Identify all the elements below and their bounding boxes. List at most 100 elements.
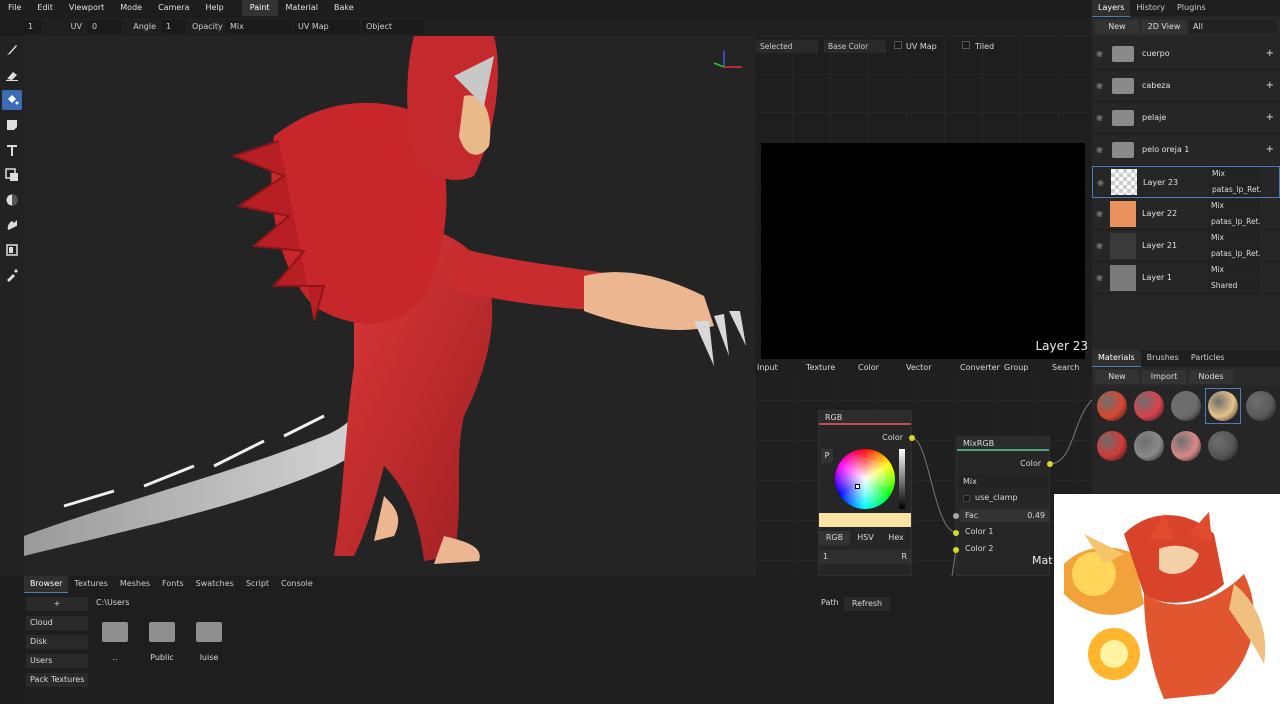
text-icon[interactable] — [2, 140, 22, 160]
import-material-button[interactable]: Import — [1142, 370, 1186, 384]
particle-icon[interactable] — [2, 240, 22, 260]
layer-filter-dropdown[interactable]: All — [1189, 20, 1277, 34]
layer-row[interactable]: ◉ Layer 21 Mix patas_lp_Ret.. — [1092, 230, 1280, 262]
menu-file[interactable]: File — [0, 0, 29, 16]
angle-field[interactable]: 1 — [162, 20, 186, 34]
color-mode-hex[interactable]: Hex — [881, 531, 911, 545]
layer-blend-dropdown[interactable]: Mix — [1208, 198, 1260, 213]
brush-icon[interactable] — [2, 40, 22, 60]
expand-plus-icon[interactable]: + — [1266, 80, 1274, 91]
layer-mask-dropdown[interactable]: patas_lp_Ret.. — [1209, 183, 1261, 197]
eraser-icon[interactable] — [2, 65, 22, 85]
mixrgb-output-socket[interactable] — [1047, 461, 1053, 467]
uv-map-dropdown[interactable]: UV Map — [294, 20, 360, 34]
layer-group-cabeza[interactable]: ◉ cabeza + — [1092, 70, 1280, 102]
refresh-button[interactable]: Refresh — [844, 597, 890, 611]
3d-viewport[interactable] — [24, 36, 754, 576]
layer-blend-dropdown[interactable]: Mix — [1208, 262, 1260, 277]
layer-group-cuerpo[interactable]: ◉ cuerpo + — [1092, 38, 1280, 70]
material-swatch[interactable] — [1097, 391, 1127, 421]
layer-group-pelo-oreja[interactable]: ◉ pelo oreja 1 + — [1092, 134, 1280, 166]
layer-group-pelaje[interactable]: ◉ pelaje + — [1092, 102, 1280, 134]
material-swatch[interactable] — [1171, 431, 1201, 461]
tab-layers[interactable]: Layers — [1092, 0, 1131, 17]
node-editor[interactable]: Input Texture Color Vector Converter Gro… — [754, 360, 1092, 576]
new-layer-button[interactable]: New — [1095, 20, 1139, 34]
location-pack-textures[interactable]: Pack Textures — [26, 673, 88, 687]
use-clamp-checkbox[interactable] — [963, 495, 970, 502]
menu-mode[interactable]: Mode — [112, 0, 150, 16]
color-mode-rgb[interactable]: RGB — [819, 531, 850, 545]
tab-textures[interactable]: Textures — [68, 576, 113, 592]
eye-icon[interactable]: ◉ — [1096, 209, 1108, 218]
tab-history[interactable]: History — [1130, 0, 1170, 16]
menu-edit[interactable]: Edit — [29, 0, 61, 16]
location-disk[interactable]: Disk — [26, 635, 88, 649]
color-mode-hsv[interactable]: HSV — [850, 531, 881, 545]
menu-camera[interactable]: Camera — [150, 0, 197, 16]
channel-dropdown[interactable]: Base Color — [824, 40, 886, 53]
smudge-icon[interactable] — [2, 215, 22, 235]
material-nodes-button[interactable]: Nodes — [1189, 370, 1233, 384]
expand-plus-icon[interactable]: + — [1266, 48, 1274, 59]
tab-materials[interactable]: Materials — [1092, 349, 1141, 367]
tab-console[interactable]: Console — [275, 576, 319, 592]
tab-particles[interactable]: Particles — [1185, 350, 1231, 366]
eye-icon[interactable]: ◉ — [1096, 241, 1108, 250]
blur-icon[interactable] — [2, 190, 22, 210]
layer-mask-dropdown[interactable]: patas_lp_Ret.. — [1208, 214, 1260, 229]
tab-brushes[interactable]: Brushes — [1141, 350, 1185, 366]
color-wheel-cursor[interactable] — [855, 484, 860, 489]
eye-icon[interactable]: ◉ — [1097, 178, 1109, 187]
material-swatch[interactable] — [1134, 431, 1164, 461]
workspace-tab-bake[interactable]: Bake — [326, 0, 362, 16]
tiled-checkbox[interactable] — [962, 41, 970, 49]
menu-help[interactable]: Help — [197, 0, 231, 16]
eye-icon[interactable]: ◉ — [1096, 49, 1108, 58]
selection-dropdown[interactable]: Selected — [756, 40, 818, 53]
axis-gizmo[interactable] — [713, 51, 742, 68]
material-swatch[interactable] — [1171, 391, 1201, 421]
eye-icon[interactable]: ◉ — [1096, 81, 1108, 90]
color-picker-toggle[interactable]: P — [821, 449, 833, 463]
fill-icon[interactable] — [2, 90, 22, 110]
tab-swatches[interactable]: Swatches — [190, 576, 240, 592]
rgb-node[interactable]: RGB Color P RGB HSV Hex 1 R — [818, 410, 915, 576]
material-swatch[interactable] — [1134, 391, 1164, 421]
fac-slider[interactable]: Fac 0.49 — [959, 509, 1049, 522]
folder-icon[interactable] — [196, 622, 222, 642]
uv-map-checkbox[interactable] — [894, 41, 902, 49]
mixrgb-blend-dropdown[interactable]: Mix — [959, 475, 1049, 488]
location-users[interactable]: Users — [26, 654, 88, 668]
layer-row[interactable]: ◉ Layer 22 Mix patas_lp_Ret.. — [1092, 198, 1280, 230]
tab-meshes[interactable]: Meshes — [114, 576, 156, 592]
layer-blend-dropdown[interactable]: Mix — [1209, 167, 1261, 181]
eye-icon[interactable]: ◉ — [1096, 113, 1108, 122]
reference-preview[interactable] — [1054, 494, 1280, 704]
color-wheel[interactable] — [835, 449, 895, 509]
layer-row[interactable]: ◉ Layer 1 Mix Shared — [1092, 262, 1280, 294]
value-slider[interactable] — [899, 449, 905, 509]
new-material-button[interactable]: New — [1095, 370, 1139, 384]
color2-input-socket[interactable] — [953, 547, 959, 553]
texture-canvas[interactable] — [761, 143, 1085, 359]
tab-plugins[interactable]: Plugins — [1171, 0, 1212, 16]
expand-plus-icon[interactable]: + — [1266, 144, 1274, 155]
red-channel-field[interactable]: 1 R — [819, 550, 911, 564]
location-cloud[interactable]: Cloud — [26, 616, 88, 630]
decal-icon[interactable] — [2, 115, 22, 135]
material-swatch[interactable] — [1208, 431, 1238, 461]
material-swatch-selected[interactable] — [1208, 391, 1238, 421]
layer-mask-dropdown[interactable]: Shared — [1208, 278, 1260, 293]
eye-icon[interactable]: ◉ — [1096, 145, 1108, 154]
picker-icon[interactable] — [2, 265, 22, 285]
layer-mask-dropdown[interactable]: patas_lp_Ret.. — [1208, 246, 1260, 261]
workspace-tab-paint[interactable]: Paint — [241, 0, 278, 16]
tab-browser[interactable]: Browser — [24, 575, 69, 593]
object-dropdown[interactable]: Object — [362, 20, 424, 34]
2d-view-button[interactable]: 2D View — [1142, 20, 1186, 34]
menu-viewport[interactable]: Viewport — [61, 0, 112, 16]
add-location-button[interactable]: + — [26, 597, 88, 611]
clone-icon[interactable] — [2, 165, 22, 185]
folder-icon[interactable] — [149, 622, 175, 642]
